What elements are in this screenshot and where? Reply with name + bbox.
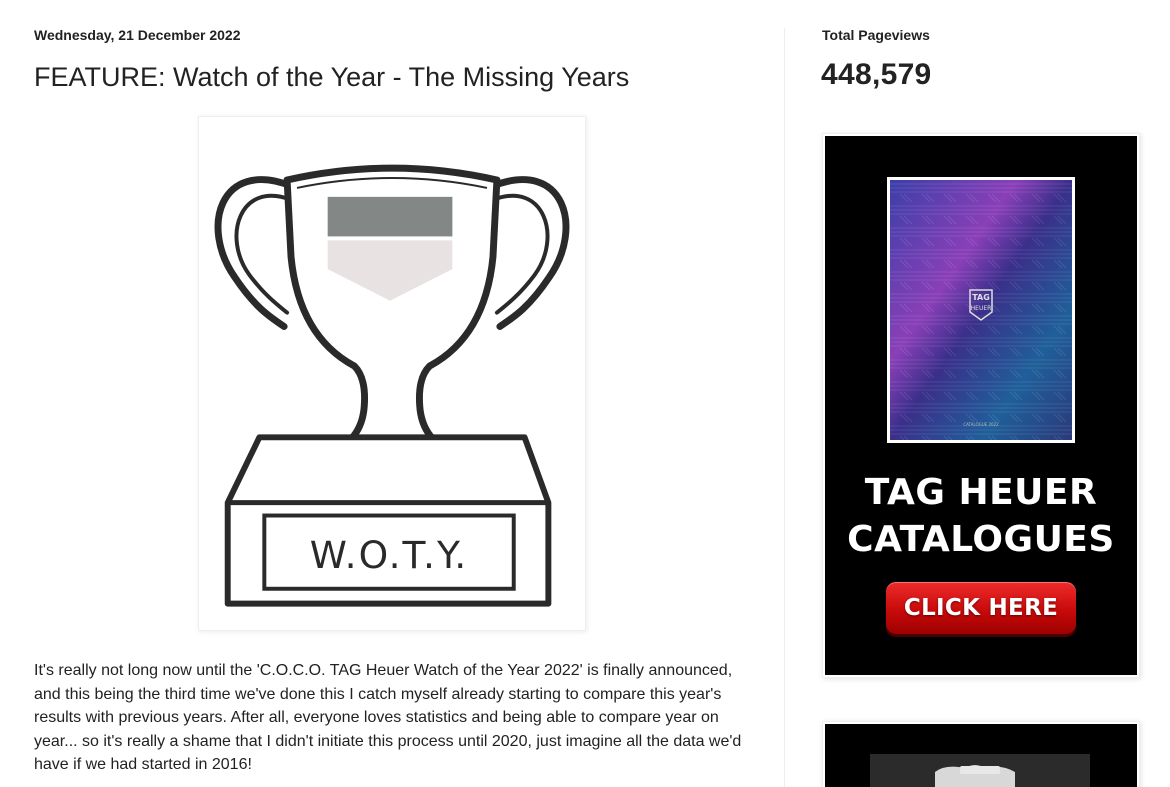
svg-text:CATALOGUE 2022: CATALOGUE 2022 [963, 422, 999, 427]
ad-banner[interactable]: TAG HEUER CATALOGUE 2022 TAG HEUER CATAL… [825, 136, 1137, 675]
ad-banner-2[interactable] [825, 724, 1137, 787]
post-body: It's really not long now until the 'C.O.… [34, 662, 742, 773]
pageviews-title: Total Pageviews [822, 27, 930, 43]
ad-headline-line2: CATALOGUES [847, 519, 1115, 560]
pageviews-count: 448,579 [821, 58, 932, 91]
svg-text:HEUER: HEUER [971, 305, 992, 312]
blog-page: Wednesday, 21 December 2022 FEATURE: Wat… [0, 0, 1170, 787]
post-title[interactable]: FEATURE: Watch of the Year - The Missing… [34, 62, 629, 93]
watch-image [825, 724, 1137, 787]
trophy-plaque-text: W.O.T.Y. [310, 533, 468, 577]
click-here-button[interactable]: CLICK HERE [886, 582, 1076, 634]
post-image[interactable]: W.O.T.Y. [198, 116, 586, 631]
trophy-icon: W.O.T.Y. [200, 118, 584, 629]
tag-heuer-catalogues-ad[interactable]: TAG HEUER CATALOGUE 2022 TAG HEUER CATAL… [822, 133, 1140, 678]
column-divider [784, 28, 785, 787]
svg-text:TAG: TAG [972, 293, 990, 302]
catalogue-cover-image: TAG HEUER CATALOGUE 2022 [887, 177, 1075, 443]
post-date: Wednesday, 21 December 2022 [34, 27, 241, 43]
ad-headline-line1: TAG HEUER [864, 472, 1098, 513]
sidebar-ad-2[interactable] [822, 721, 1140, 787]
